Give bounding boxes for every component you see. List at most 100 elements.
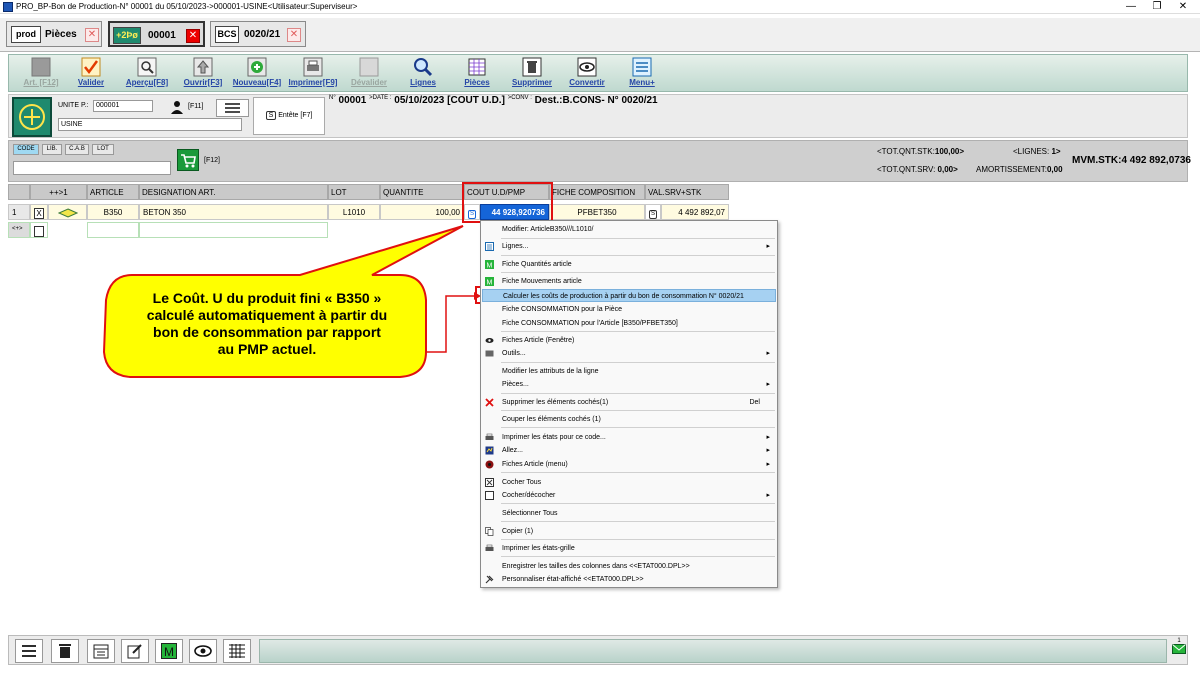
minimize-button[interactable]: — xyxy=(1118,0,1144,14)
column-header[interactable]: ARTICLE xyxy=(87,184,139,200)
menu-item-copier[interactable]: Copier (1) xyxy=(482,525,776,538)
entete-button[interactable]: S Entête [F7] xyxy=(253,97,325,135)
article-cell[interactable] xyxy=(87,222,139,238)
filter-code-button[interactable]: CODE xyxy=(13,144,39,155)
menu-item-supprimer-coches[interactable]: Supprimer les éléments cochés(1) Del xyxy=(482,396,776,409)
bottom-grid-button[interactable] xyxy=(223,639,251,663)
menu-item-cocher-decocher[interactable]: Cocher/décocher ▸ xyxy=(482,489,776,502)
bottom-menu-button[interactable] xyxy=(15,639,43,663)
menu-item-fiches-article-menu[interactable]: Fiches Article (menu) ▸ xyxy=(482,458,776,471)
lot-cell[interactable]: L1010 xyxy=(328,204,380,220)
menu-item-fiches-article-fenetre[interactable]: Fiches Article (Fenêtre) xyxy=(482,334,776,347)
menu-item-outils[interactable]: Outils... ▸ xyxy=(482,347,776,360)
value-cell[interactable]: 4 492 892,07 xyxy=(661,204,729,220)
s-icon: S xyxy=(265,111,277,120)
tab-0020-21[interactable]: BCS 0020/21 ✕ xyxy=(210,21,306,47)
cart-button[interactable] xyxy=(177,149,199,171)
menu-plus-button[interactable]: Menu+ xyxy=(625,57,659,91)
menu-item-personnaliser-etat[interactable]: Personnaliser état-affiché <<ETAT000.DPL… xyxy=(482,573,776,586)
new-button[interactable]: Nouveau[F4] xyxy=(231,57,283,91)
menu-item-lignes[interactable]: Lignes... ▸ xyxy=(482,240,776,253)
eye-icon xyxy=(485,338,494,343)
lines-button[interactable]: Lignes xyxy=(405,57,441,91)
menu-item-modifier-attributs[interactable]: Modifier les attributs de la ligne xyxy=(482,365,776,378)
menu-item-couper-coches[interactable]: Couper les éléments cochés (1) xyxy=(482,413,776,426)
pieces-button[interactable]: Pièces xyxy=(459,57,495,91)
article-button[interactable]: Art. [F12] xyxy=(19,57,63,91)
column-header[interactable]: LOT xyxy=(328,184,380,200)
chevron-right-icon: ▸ xyxy=(766,243,770,250)
chevron-right-icon: ▸ xyxy=(766,350,770,357)
delete-icon xyxy=(485,398,494,407)
print-button[interactable]: Imprimer[F9] xyxy=(287,57,339,91)
menu-item-enregistrer-tailles[interactable]: Enregistrer les tailles des colonnes dan… xyxy=(482,560,776,573)
close-icon[interactable]: ✕ xyxy=(287,28,301,42)
trash-icon xyxy=(59,644,71,658)
delete-button[interactable]: Supprimer xyxy=(509,57,555,91)
column-header[interactable]: ++>1 xyxy=(30,184,87,200)
menu-item-calculer-couts[interactable]: Calculer les coûts de production à parti… xyxy=(482,289,776,302)
tab-label: 0020/21 xyxy=(244,29,281,40)
unvalidate-button[interactable]: Dévalider xyxy=(347,57,391,91)
designation-cell[interactable]: BETON 350 xyxy=(139,204,328,220)
column-header[interactable]: VAL.SRV+STK xyxy=(645,184,729,200)
open-button[interactable]: Ouvrir[F3] xyxy=(181,57,225,91)
chevron-right-icon: ▸ xyxy=(766,492,770,499)
filter-lib-button[interactable]: LIB. xyxy=(42,144,62,155)
menu-item-pieces[interactable]: Pièces... ▸ xyxy=(482,378,776,391)
bottom-m-button[interactable]: M xyxy=(155,639,183,663)
menu-item-imprimer-grille[interactable]: Imprimer les états-grille xyxy=(482,542,776,555)
fiche-composition-cell[interactable]: PFBET350 xyxy=(549,204,645,220)
tab-00001[interactable]: +2Þø 00001 ✕ xyxy=(108,21,205,47)
menu-item-allez[interactable]: Allez... ▸ xyxy=(482,444,776,457)
column-header[interactable]: FICHE COMPOSITION xyxy=(549,184,645,200)
row-checkbox[interactable] xyxy=(30,222,48,238)
prod-logo: prod xyxy=(11,26,41,43)
menu-item-fiche-consommation-article[interactable]: Fiche CONSOMMATION pour l'Article [B350/… xyxy=(482,317,776,330)
new-icon xyxy=(247,57,267,77)
filter-lot-button[interactable]: LOT xyxy=(92,144,114,155)
bottom-edit-button[interactable] xyxy=(121,639,149,663)
bottom-view-button[interactable] xyxy=(189,639,217,663)
filter-input[interactable] xyxy=(13,161,171,175)
svg-text:M: M xyxy=(487,263,493,270)
menu-item-modifier[interactable]: Modifier: ArticleB350///L1010/ xyxy=(482,223,776,236)
unit-field[interactable]: 000001 xyxy=(93,100,153,112)
column-header[interactable]: DESIGNATION ART. xyxy=(139,184,328,200)
filter-cab-button[interactable]: C.A.B xyxy=(65,144,89,155)
maximize-button[interactable]: ❐ xyxy=(1144,0,1170,14)
bottom-status-strip xyxy=(259,639,1167,663)
production-logo: +2Þø xyxy=(113,27,141,44)
bottom-calendar-button[interactable] xyxy=(87,639,115,663)
quantity-cell[interactable]: 100,00 xyxy=(380,204,464,220)
eye-icon xyxy=(577,57,597,77)
usine-field[interactable]: USINE xyxy=(58,118,242,131)
document-info: N° 00001 >DATE : 05/10/2023 [COUT U.D.] … xyxy=(329,95,658,106)
chevron-right-icon: ▸ xyxy=(766,461,770,468)
m-icon: M xyxy=(485,260,494,269)
close-icon[interactable]: ✕ xyxy=(186,29,200,43)
column-header[interactable]: QUANTITE xyxy=(380,184,464,200)
close-icon[interactable]: ✕ xyxy=(85,28,99,42)
close-button[interactable]: ✕ xyxy=(1170,0,1196,14)
designation-cell[interactable] xyxy=(139,222,328,238)
convert-button[interactable]: Convertir xyxy=(565,57,609,91)
menu-item-selectionner-tous[interactable]: Sélectionner Tous xyxy=(482,507,776,520)
tab-pieces[interactable]: prod Pièces ✕ xyxy=(6,21,102,47)
header-menu-button[interactable] xyxy=(216,99,249,117)
bottom-delete-button[interactable] xyxy=(51,639,79,663)
unvalidate-icon xyxy=(359,57,379,77)
menu-item-imprimer-etats[interactable]: Imprimer les états pour ce code... ▸ xyxy=(482,431,776,444)
menu-item-cocher-tous[interactable]: Cocher Tous xyxy=(482,476,776,489)
user-button[interactable]: [F11] xyxy=(170,99,210,115)
menu-item-fiche-quantites[interactable]: M Fiche Quantités article xyxy=(482,258,776,271)
validate-button[interactable]: Valider xyxy=(73,57,109,91)
new-row-marker: <+> xyxy=(8,222,30,238)
preview-button[interactable]: Aperçu[F8] xyxy=(123,57,171,91)
article-cell[interactable]: B350 xyxy=(87,204,139,220)
menu-item-fiche-consommation-piece[interactable]: Fiche CONSOMMATION pour la Pièce xyxy=(482,303,776,316)
mail-indicator[interactable]: 1 xyxy=(1171,638,1187,664)
row-checkbox[interactable]: X xyxy=(30,204,48,220)
print-icon xyxy=(485,433,494,440)
menu-item-fiche-mouvements[interactable]: M Fiche Mouvements article xyxy=(482,275,776,288)
